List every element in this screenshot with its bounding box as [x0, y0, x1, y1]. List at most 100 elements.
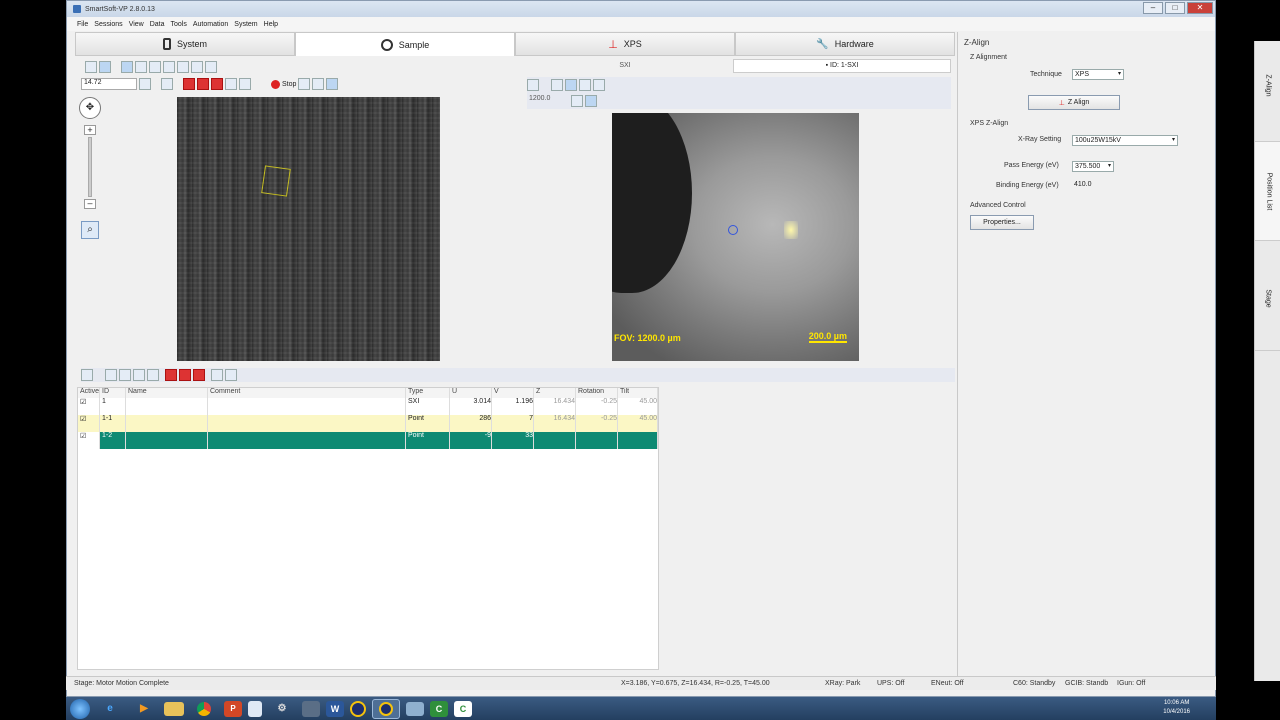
select-tool-icon[interactable]	[121, 61, 133, 73]
point-tool-icon[interactable]	[149, 61, 161, 73]
pan-control-icon[interactable]: ✥	[79, 97, 101, 119]
active-checkbox[interactable]: ☑	[78, 415, 100, 432]
image-icon[interactable]	[99, 61, 111, 73]
cell-u[interactable]: 3.014	[450, 398, 492, 415]
media-player-icon[interactable]: ▶	[130, 699, 158, 719]
prev-icon[interactable]	[119, 369, 131, 381]
system-clock[interactable]: 10:06 AM 10/4/2016	[1163, 699, 1190, 717]
explorer-icon[interactable]	[164, 701, 184, 716]
lock-icon[interactable]	[225, 369, 237, 381]
grid-icon[interactable]	[326, 78, 339, 90]
tab-hardware[interactable]: 🔧 Hardware	[735, 32, 955, 56]
cell-type[interactable]: Point	[406, 432, 450, 449]
cell-name[interactable]	[126, 415, 208, 432]
cell-tilt[interactable]	[618, 432, 658, 449]
cell-tilt[interactable]: 45.00	[618, 398, 658, 415]
cell-type[interactable]: Point	[406, 415, 450, 432]
list-toggle-icon[interactable]	[81, 369, 93, 381]
crosshair-icon[interactable]	[728, 225, 738, 235]
properties-button[interactable]: Properties...	[970, 215, 1034, 230]
smartsoft-active-icon[interactable]	[372, 698, 400, 719]
next-icon[interactable]	[133, 369, 145, 381]
cell-comment[interactable]	[208, 398, 406, 415]
maximize-button[interactable]: □	[1165, 2, 1185, 14]
cell-z[interactable]: 16.434	[534, 415, 576, 432]
side-tab-position-list[interactable]: Position List	[1255, 141, 1280, 241]
sample-camera-image[interactable]	[177, 97, 440, 361]
cell-v[interactable]: 7	[492, 415, 534, 432]
cell-tilt[interactable]: 45.00	[618, 415, 658, 432]
settings-app-icon[interactable]: ⚙	[268, 699, 296, 719]
zoom-out-icon[interactable]: –	[84, 199, 96, 209]
settings-icon[interactable]	[239, 78, 251, 90]
record-icon[interactable]	[183, 78, 195, 90]
chrome-icon[interactable]	[190, 699, 218, 719]
cell-rotation[interactable]	[576, 432, 618, 449]
capture-icon[interactable]	[197, 78, 209, 90]
menu-data[interactable]: Data	[150, 21, 165, 28]
tab-system[interactable]: System	[75, 32, 295, 56]
area-tool-icon[interactable]	[177, 61, 189, 73]
notepad-icon[interactable]	[248, 700, 262, 717]
pass-energy-select[interactable]: 375.500	[1072, 161, 1114, 172]
fov-select[interactable]: 1200.0	[527, 95, 569, 107]
delete-icon[interactable]	[211, 78, 223, 90]
zoom-in-icon[interactable]: +	[84, 125, 96, 135]
line-tool-icon[interactable]	[163, 61, 175, 73]
last-icon[interactable]	[147, 369, 159, 381]
panel-toggle-icon[interactable]	[85, 61, 97, 73]
cell-u[interactable]: 286	[450, 415, 492, 432]
capture-record-icon[interactable]	[179, 369, 191, 381]
tab-xps[interactable]: ⊥ XPS	[515, 32, 735, 56]
table-row[interactable]: ☑ 1 SXI 3.014 1.196 16.434 -0.25 45.00	[78, 398, 658, 415]
powerpoint-icon[interactable]: P	[224, 700, 242, 717]
cell-name[interactable]	[126, 432, 208, 449]
remove-record-icon[interactable]	[193, 369, 205, 381]
cell-rotation[interactable]: -0.25	[576, 398, 618, 415]
cell-comment[interactable]	[208, 415, 406, 432]
menu-system[interactable]: System	[234, 21, 257, 28]
close-button[interactable]: ✕	[1187, 2, 1213, 14]
analysis-marker[interactable]	[261, 165, 291, 197]
zoom-slider[interactable]	[88, 137, 92, 197]
green-app-icon[interactable]: C	[430, 700, 448, 717]
xps-select-icon[interactable]	[551, 79, 563, 91]
menu-help[interactable]: Help	[264, 21, 278, 28]
app-icon-generic[interactable]	[302, 700, 320, 717]
tab-sample[interactable]: Sample	[295, 32, 515, 56]
cell-u[interactable]: -9	[450, 432, 492, 449]
menu-tools[interactable]: Tools	[171, 21, 187, 28]
menu-file[interactable]: File	[77, 21, 88, 28]
active-checkbox[interactable]: ☑	[78, 432, 100, 449]
cell-comment[interactable]	[208, 432, 406, 449]
navigate-icon[interactable]	[161, 78, 173, 90]
xps-line-icon[interactable]	[579, 79, 591, 91]
sxi-image[interactable]: FOV: 1200.0 µm 200.0 µm	[612, 113, 859, 361]
menu-view[interactable]: View	[129, 21, 144, 28]
xps-overlay-icon[interactable]	[585, 95, 597, 107]
minimize-button[interactable]: –	[1143, 2, 1163, 14]
refresh-list-icon[interactable]	[211, 369, 223, 381]
cell-z[interactable]	[534, 432, 576, 449]
first-icon[interactable]	[105, 369, 117, 381]
cell-v[interactable]: 1.196	[492, 398, 534, 415]
pan-tool-icon[interactable]	[135, 61, 147, 73]
cell-name[interactable]	[126, 398, 208, 415]
smartsoft-icon[interactable]	[350, 700, 366, 717]
terminal-app-icon[interactable]: C	[454, 700, 472, 717]
active-checkbox[interactable]: ☑	[78, 398, 100, 415]
table-row[interactable]: ☑ 1-1 Point 286 7 16.434 -0.25 45.00	[78, 415, 658, 432]
xps-area-icon[interactable]	[593, 79, 605, 91]
stop-button[interactable]: Stop	[271, 79, 296, 89]
menu-automation[interactable]: Automation	[193, 21, 228, 28]
menu-sessions[interactable]: Sessions	[94, 21, 122, 28]
reload-icon[interactable]	[225, 78, 237, 90]
align-icon[interactable]	[312, 78, 325, 90]
ie-icon[interactable]: e	[96, 699, 124, 719]
refresh-icon[interactable]	[139, 78, 151, 90]
add-record-icon[interactable]	[165, 369, 177, 381]
window-app-icon[interactable]	[406, 701, 424, 716]
z-align-button[interactable]: ⊥ Z Align	[1028, 95, 1120, 110]
technique-select[interactable]: XPS	[1072, 69, 1124, 80]
measure-tool-icon[interactable]	[205, 61, 217, 73]
